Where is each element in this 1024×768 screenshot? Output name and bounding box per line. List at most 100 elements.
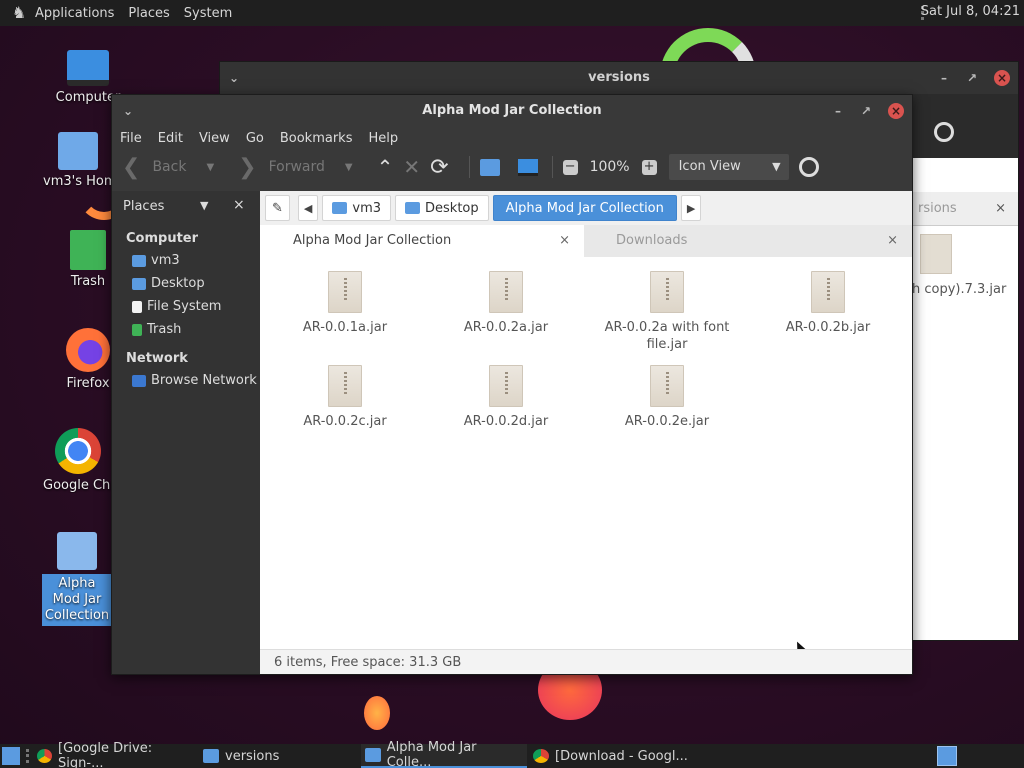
close-icon[interactable]: × bbox=[888, 103, 904, 119]
stop-icon: ✕ bbox=[403, 155, 421, 179]
stop-button[interactable]: ✕ bbox=[403, 155, 420, 179]
back-arrow-icon: ❮ bbox=[122, 154, 141, 180]
search-icon[interactable] bbox=[798, 157, 819, 177]
search-icon[interactable] bbox=[934, 122, 954, 142]
sidebar-item-label: vm3 bbox=[151, 253, 180, 268]
tab-downloads[interactable]: Downloads × bbox=[260, 225, 912, 257]
desktop-icon-alpha-mod-folder[interactable]: Alpha Mod Jar Collection bbox=[42, 532, 112, 626]
versions-tab[interactable]: rsions × bbox=[910, 192, 1018, 226]
reload-button[interactable]: ⟳ bbox=[430, 155, 448, 180]
window-titlebar[interactable]: ⌄ versions – ↗ × bbox=[220, 62, 1018, 94]
firefox-icon bbox=[66, 328, 110, 372]
desktop-icon-chrome[interactable]: Google Chrome bbox=[43, 428, 113, 493]
breadcrumb-desktop[interactable]: Desktop bbox=[395, 195, 489, 221]
tab-bar: Alpha Mod Jar Collection × Downloads × bbox=[260, 225, 912, 257]
forward-arrow-icon: ❯ bbox=[238, 154, 257, 180]
computer-icon bbox=[67, 50, 109, 86]
close-sidebar-icon[interactable]: × bbox=[233, 197, 245, 213]
chevron-down-icon[interactable]: ▼ bbox=[206, 162, 214, 173]
menu-bar: File Edit View Go Bookmarks Help bbox=[112, 127, 912, 149]
menu-file[interactable]: File bbox=[120, 131, 142, 146]
minimize-icon[interactable]: – bbox=[830, 103, 846, 119]
tab-close-icon[interactable]: × bbox=[995, 192, 1006, 226]
file-name: AR-0.0.1a.jar bbox=[302, 320, 388, 335]
task-download[interactable]: [Download - Googl... bbox=[529, 744, 695, 768]
home-folder-button[interactable] bbox=[479, 158, 500, 176]
workspace-switcher[interactable] bbox=[937, 746, 957, 766]
jar-file-icon[interactable] bbox=[920, 234, 952, 274]
applications-menu[interactable]: Applications bbox=[35, 6, 114, 21]
menu-view[interactable]: View bbox=[199, 131, 230, 146]
chevron-down-icon[interactable]: ▼ bbox=[200, 199, 208, 212]
sidebar-item-file-system[interactable]: File System bbox=[112, 295, 260, 318]
window-titlebar[interactable]: ⌄ Alpha Mod Jar Collection – ↗ × bbox=[112, 95, 912, 127]
task-label: versions bbox=[225, 748, 280, 764]
chevron-down-icon[interactable]: ▼ bbox=[345, 162, 353, 173]
clock[interactable]: Sat Jul 8, 04:21 bbox=[921, 4, 1020, 19]
menu-edit[interactable]: Edit bbox=[158, 131, 183, 146]
task-versions[interactable]: versions bbox=[199, 744, 359, 768]
breadcrumb-right-arrow[interactable]: ▶ bbox=[680, 195, 702, 221]
zoom-out-button[interactable]: − bbox=[562, 159, 578, 175]
computer-button[interactable] bbox=[517, 158, 538, 176]
menu-go[interactable]: Go bbox=[246, 131, 264, 146]
sidebar-item-desktop[interactable]: Desktop bbox=[112, 272, 260, 295]
toolbar-separator bbox=[551, 156, 553, 178]
system-menu[interactable]: System bbox=[184, 6, 232, 21]
file-manager-window[interactable]: ⌄ Alpha Mod Jar Collection – ↗ × File Ed… bbox=[111, 94, 913, 675]
view-mode-select[interactable]: Icon View ▼ bbox=[668, 154, 789, 180]
gnome-foot-icon[interactable]: ♞ bbox=[9, 3, 29, 23]
breadcrumb-vm3[interactable]: vm3 bbox=[322, 195, 392, 221]
file-item[interactable]: AR-0.0.2a.jar bbox=[436, 261, 576, 336]
breadcrumb-alpha-mod[interactable]: Alpha Mod Jar Collection bbox=[492, 195, 677, 221]
jar-file-icon bbox=[650, 365, 684, 407]
file-item[interactable]: AR-0.0.2e.jar bbox=[597, 355, 737, 430]
file-item[interactable]: AR-0.0.1a.jar bbox=[275, 261, 415, 336]
chrome-icon bbox=[55, 428, 101, 474]
file-item[interactable]: AR-0.0.2c.jar bbox=[275, 355, 415, 430]
file-label[interactable]: h copy).7.3.jar bbox=[912, 282, 1006, 297]
breadcrumb-label: vm3 bbox=[352, 200, 382, 216]
desktop-folder-icon bbox=[405, 202, 421, 214]
file-name: AR-0.0.2a with font file.jar bbox=[604, 320, 730, 352]
breadcrumb-left-arrow[interactable]: ◀ bbox=[297, 195, 319, 221]
location-bar: ✎ ◀ vm3 Desktop Alpha Mod Jar Collection… bbox=[260, 191, 912, 225]
maximize-icon[interactable]: ↗ bbox=[964, 70, 980, 86]
maximize-icon[interactable]: ↗ bbox=[858, 103, 874, 119]
sidebar-item-vm3[interactable]: vm3 bbox=[112, 249, 260, 272]
file-view[interactable]: AR-0.0.1a.jar AR-0.0.2a.jar AR-0.0.2a wi… bbox=[260, 257, 912, 657]
file-name: AR-0.0.2e.jar bbox=[624, 414, 710, 429]
file-item[interactable]: AR-0.0.2a with font file.jar bbox=[597, 261, 737, 353]
tab-close-icon[interactable]: × bbox=[887, 225, 898, 257]
menu-help[interactable]: Help bbox=[368, 131, 398, 146]
chrome-icon bbox=[37, 749, 53, 763]
file-item[interactable]: AR-0.0.2b.jar bbox=[758, 261, 898, 336]
sidebar-item-label: Trash bbox=[147, 322, 182, 337]
menu-bookmarks[interactable]: Bookmarks bbox=[280, 131, 353, 146]
window-menu-icon[interactable]: ⌄ bbox=[226, 70, 242, 86]
sidebar-header[interactable]: Places ▼ × bbox=[112, 191, 260, 221]
back-button[interactable]: ❮ Back ▼ bbox=[122, 155, 214, 180]
sidebar-section-computer: Computer bbox=[126, 231, 199, 246]
sidebar-item-browse-network[interactable]: Browse Network bbox=[112, 369, 260, 392]
file-item[interactable]: AR-0.0.2d.jar bbox=[436, 355, 576, 430]
zoom-in-button[interactable]: + bbox=[641, 159, 657, 175]
up-button[interactable]: ⌃ bbox=[377, 155, 394, 179]
jar-file-icon bbox=[811, 271, 845, 313]
close-icon[interactable]: × bbox=[994, 70, 1010, 86]
edit-location-button[interactable]: ✎ bbox=[265, 195, 290, 221]
home-folder-icon bbox=[58, 132, 98, 170]
chrome-icon bbox=[533, 749, 549, 763]
home-folder-icon bbox=[132, 254, 146, 267]
sidebar-item-trash[interactable]: Trash bbox=[112, 318, 260, 341]
minimize-icon[interactable]: – bbox=[936, 70, 952, 86]
task-alpha-mod[interactable]: Alpha Mod Jar Colle... bbox=[361, 740, 527, 768]
show-desktop-icon[interactable] bbox=[2, 747, 20, 765]
task-google-drive[interactable]: [Google Drive: Sign-... bbox=[33, 741, 197, 768]
desktop-icon-home[interactable]: vm3's Home bbox=[43, 132, 113, 189]
places-menu[interactable]: Places bbox=[128, 6, 169, 21]
forward-button[interactable]: ❯ Forward ▼ bbox=[238, 155, 352, 180]
back-label: Back bbox=[152, 159, 187, 175]
taskbar: [Google Drive: Sign-... versions Alpha M… bbox=[0, 740, 1024, 768]
window-menu-icon[interactable]: ⌄ bbox=[120, 103, 136, 119]
